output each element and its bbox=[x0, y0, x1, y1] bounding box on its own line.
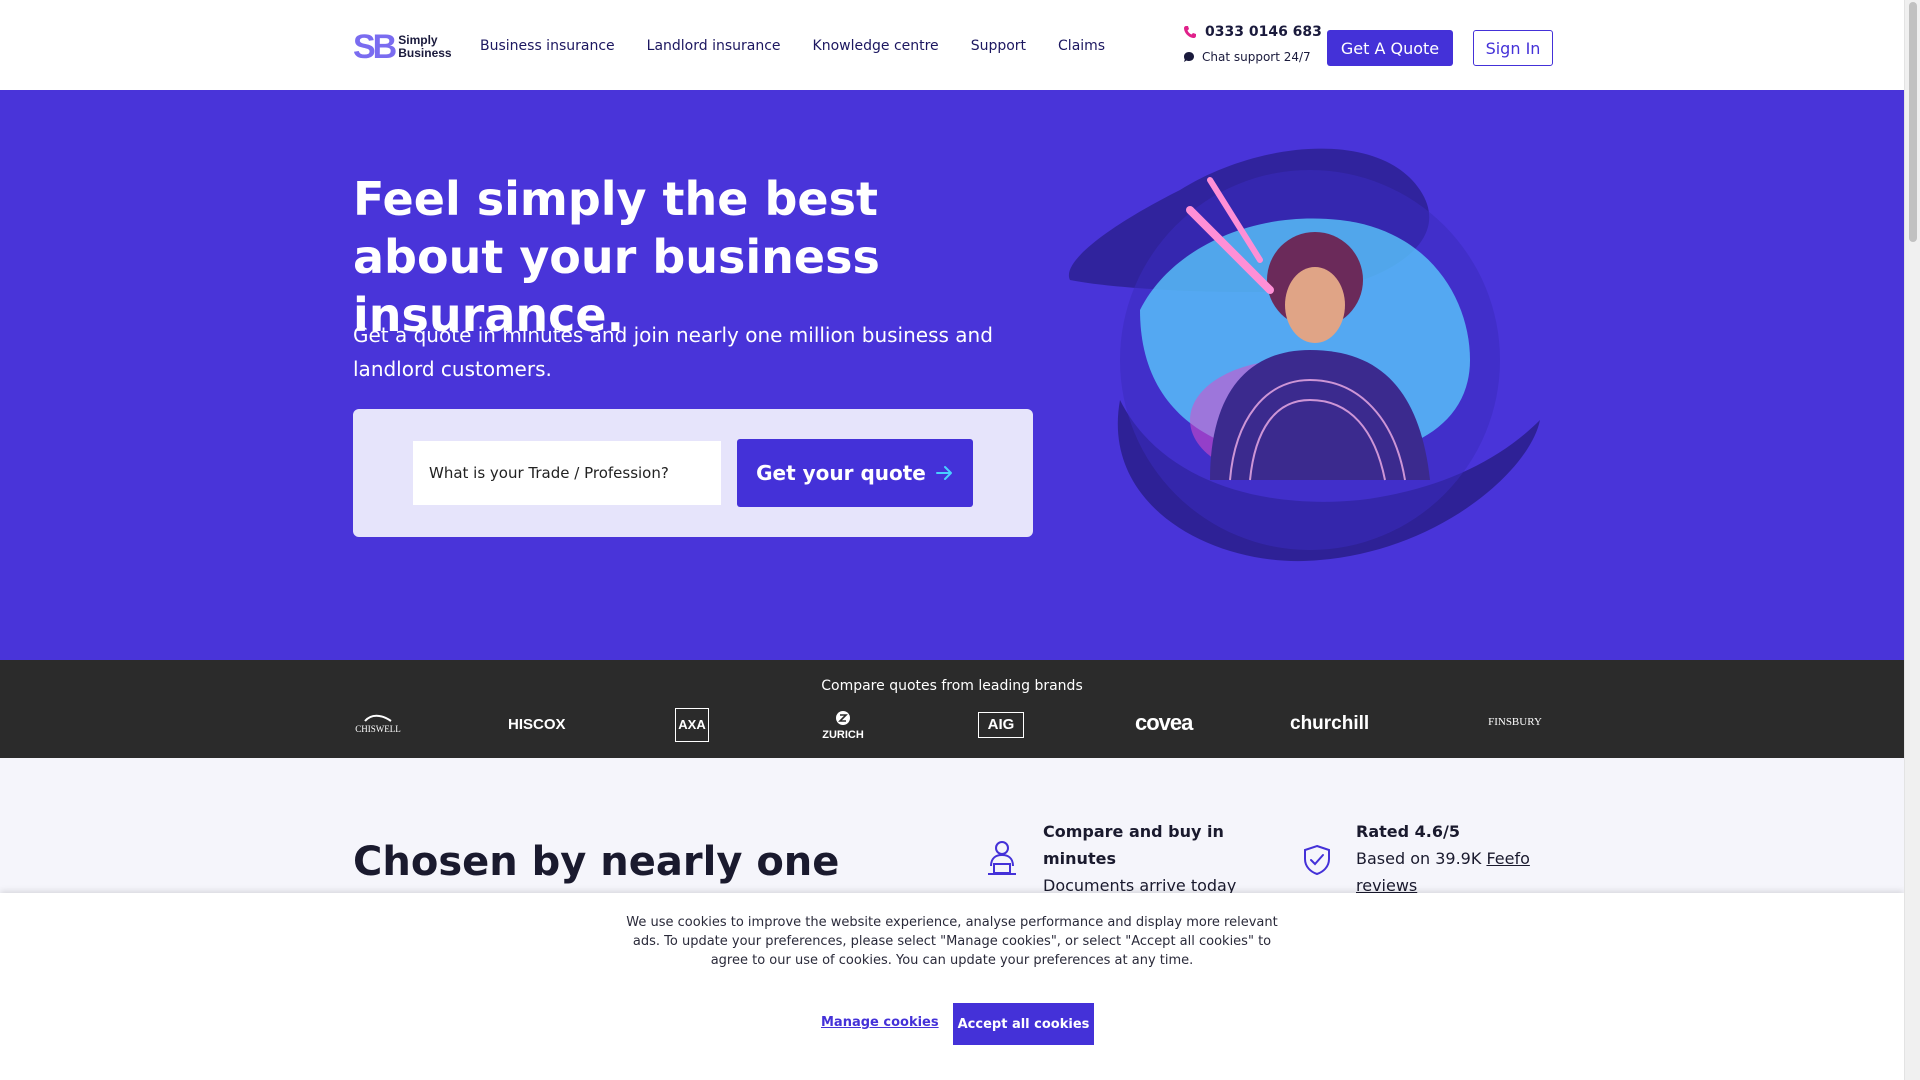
cookie-message: We use cookies to improve the website ex… bbox=[626, 915, 1278, 968]
chiswell-mark-icon bbox=[364, 714, 392, 722]
page-scrollbar[interactable] bbox=[1904, 0, 1920, 1080]
chat-support-label: Chat support 24/7 bbox=[1202, 50, 1311, 64]
hero-illustration bbox=[1068, 148, 1540, 562]
get-your-quote-label: Get your quote bbox=[756, 461, 926, 485]
brand-logo-churchill: churchill bbox=[1290, 713, 1370, 734]
nav-support[interactable]: Support bbox=[971, 38, 1026, 54]
cookie-banner: We use cookies to improve the website ex… bbox=[0, 893, 1904, 1080]
arrow-right-icon bbox=[935, 466, 952, 480]
nav-claims[interactable]: Claims bbox=[1058, 38, 1105, 54]
shield-check-icon bbox=[1304, 844, 1330, 876]
person-laptop-icon bbox=[988, 841, 1016, 875]
scrollbar-thumb[interactable] bbox=[1909, 2, 1917, 242]
manage-cookies-link[interactable]: Manage cookies bbox=[821, 1015, 939, 1030]
feature-rating: Rated 4.6/5 Based on 39.9K Feefo reviews bbox=[1356, 818, 1546, 899]
logo-mark: SB bbox=[353, 28, 397, 66]
brands-bar: Compare quotes from leading brands CHISW… bbox=[0, 660, 1904, 758]
brand-logo-axa: AXA bbox=[675, 708, 709, 742]
logo-wordmark: Simply Business bbox=[398, 33, 452, 60]
chat-bubble-icon bbox=[1184, 52, 1194, 62]
sign-in-button[interactable]: Sign In bbox=[1473, 30, 1553, 66]
trade-profession-input[interactable] bbox=[413, 441, 721, 505]
brands-title: Compare quotes from leading brands bbox=[821, 678, 1083, 694]
main-nav: Business insurance Landlord insurance Kn… bbox=[480, 38, 1137, 54]
feature-compare-title: Compare and buy in minutes bbox=[1043, 822, 1224, 868]
brand-logo-zurich: ZURICH bbox=[820, 710, 866, 741]
feature-rating-prefix: Based on 39.9K bbox=[1356, 849, 1482, 868]
quote-form: Get your quote bbox=[353, 409, 1033, 537]
brand-logo-covea: coveа bbox=[1135, 710, 1193, 735]
nav-business-insurance[interactable]: Business insurance bbox=[480, 38, 615, 54]
brand-logo-finsbury: FINSBURY bbox=[1488, 716, 1542, 728]
phone-icon bbox=[1184, 26, 1196, 38]
brand-logo-aig: AIG bbox=[978, 712, 1024, 738]
brand-logo-hiscox: HISCOX bbox=[508, 716, 566, 733]
simply-business-logo[interactable]: SB Simply Business bbox=[353, 28, 452, 66]
nav-knowledge-centre[interactable]: Knowledge centre bbox=[813, 38, 939, 54]
feature-rating-title: Rated 4.6/5 bbox=[1356, 822, 1460, 841]
get-your-quote-button[interactable]: Get your quote bbox=[737, 439, 973, 507]
hero-section: Feel simply the best about your business… bbox=[0, 90, 1904, 660]
nav-landlord-insurance[interactable]: Landlord insurance bbox=[647, 38, 781, 54]
phone-number: 0333 0146 683 bbox=[1205, 24, 1322, 40]
chat-support-link[interactable]: Chat support 24/7 bbox=[1183, 50, 1311, 64]
get-a-quote-button[interactable]: Get A Quote bbox=[1327, 30, 1453, 66]
accept-all-cookies-button[interactable]: Accept all cookies bbox=[953, 1003, 1094, 1045]
brand-logo-chiswell: CHISWELL bbox=[353, 712, 403, 734]
page: SB Simply Business Business insurance La… bbox=[0, 0, 1904, 1080]
zurich-mark-icon bbox=[836, 711, 850, 725]
phone-link[interactable]: 0333 0146 683 bbox=[1183, 24, 1322, 40]
feature-compare: Compare and buy in minutes Documents arr… bbox=[1043, 818, 1253, 899]
hero-subtitle: Get a quote in minutes and join nearly o… bbox=[353, 323, 993, 381]
site-header: SB Simply Business Business insurance La… bbox=[0, 0, 1904, 90]
